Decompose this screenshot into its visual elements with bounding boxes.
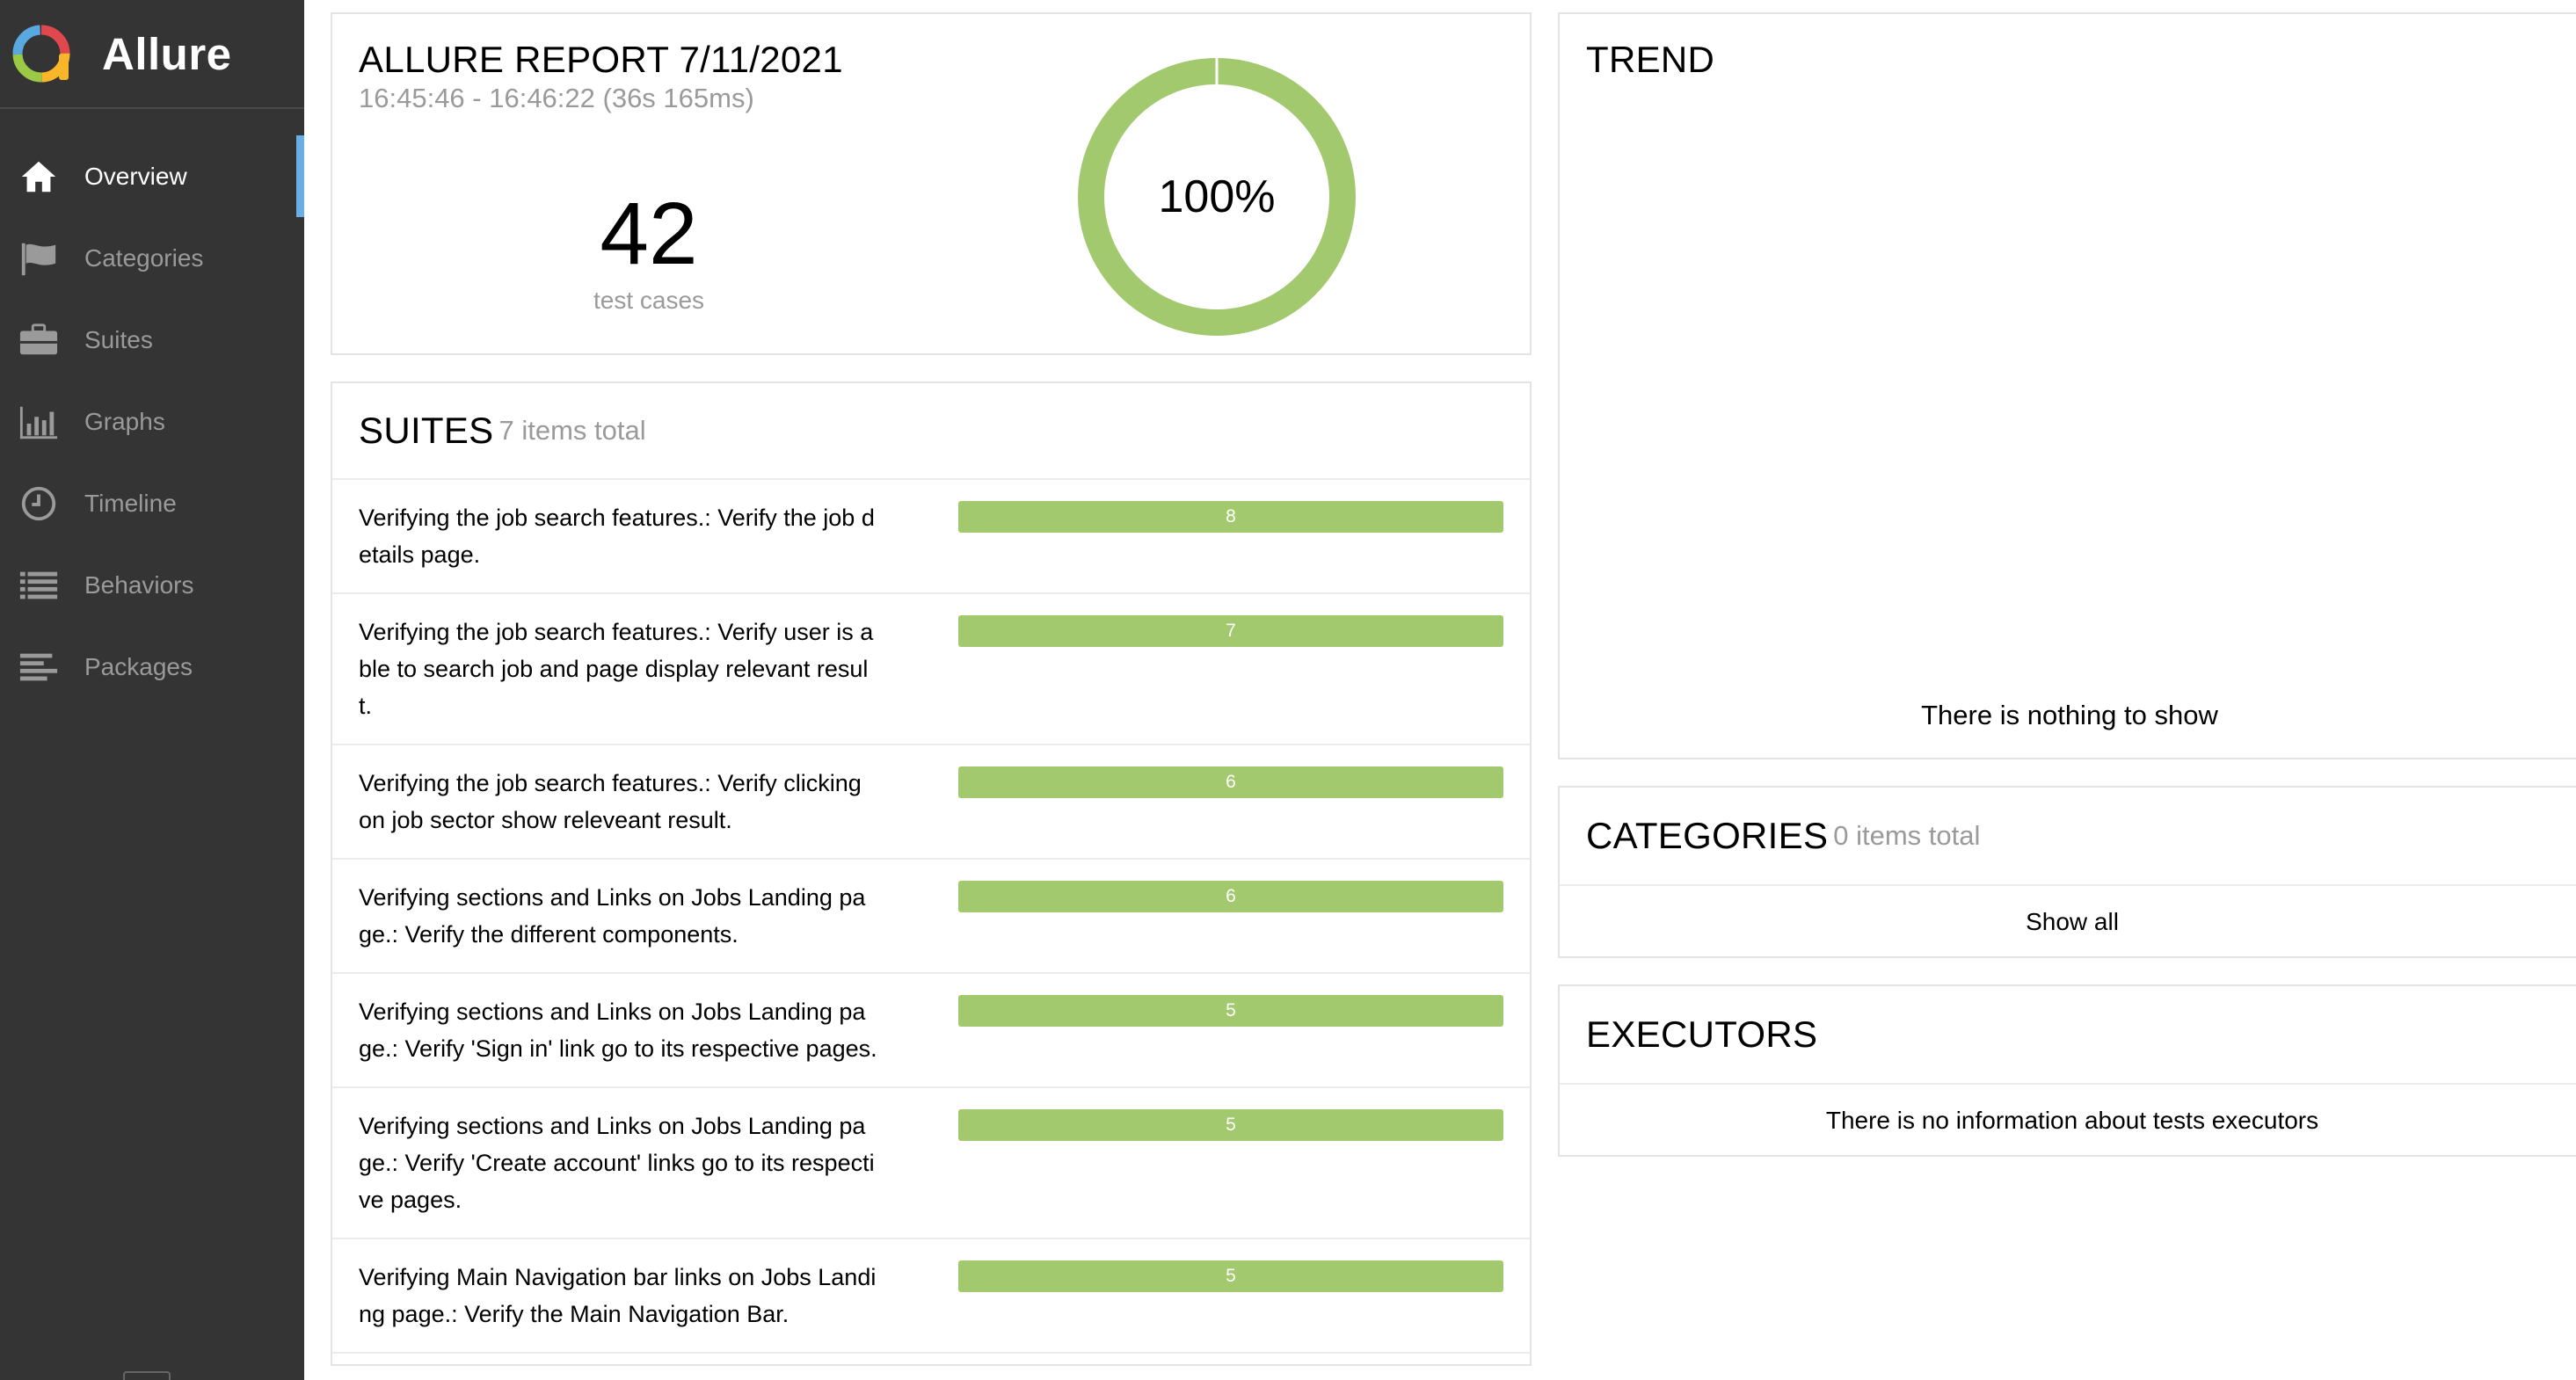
clock-icon (18, 483, 60, 525)
suite-status-bar[interactable]: 5 (958, 1109, 1503, 1141)
suite-name: Verifying sections and Links on Jobs Lan… (359, 999, 877, 1062)
trend-title: TREND (1586, 39, 1715, 80)
suite-name: Verifying the job search features.: Veri… (359, 770, 862, 833)
suite-row[interactable]: Verifying sections and Links on Jobs Lan… (332, 1088, 1530, 1239)
sidebar-item-suites[interactable]: Suites (0, 299, 304, 381)
sidebar-item-timeline[interactable]: Timeline (0, 462, 304, 544)
trend-empty-message: There is nothing to show (1921, 700, 2218, 730)
suite-name: Verifying sections and Links on Jobs Lan… (359, 884, 866, 948)
suite-row[interactable]: Verifying the job search features.: Veri… (332, 480, 1530, 594)
suite-name: Verifying sections and Links on Jobs Lan… (359, 1113, 875, 1213)
suites-widget: SUITES 7 items total Verifying the job s… (331, 381, 1532, 1380)
sidebar: Allure Overview Categories Suites Graphs (0, 0, 304, 1380)
categories-widget: CATEGORIES 0 items total Show all (1558, 786, 2576, 958)
suite-status-bar[interactable]: 5 (958, 1260, 1503, 1292)
brand[interactable]: Allure (0, 0, 304, 109)
report-title: ALLURE REPORT 7/11/2021 (359, 39, 843, 80)
sidebar-item-behaviors[interactable]: Behaviors (0, 544, 304, 626)
suite-name: Verifying the job search features.: Veri… (359, 505, 875, 568)
sidebar-item-label: Timeline (84, 489, 177, 517)
suite-status-bar[interactable]: 8 (958, 501, 1503, 533)
suites-title: SUITES (359, 410, 494, 451)
categories-show-all-link[interactable]: Show all (1560, 886, 2576, 958)
sidebar-item-label: Categories (84, 243, 204, 272)
home-icon (18, 156, 60, 198)
suite-name: Verifying Main Navigation bar links on J… (359, 1264, 877, 1327)
suite-status-bar[interactable]: 5 (958, 995, 1503, 1027)
executors-empty-message: There is no information about tests exec… (1825, 1107, 2319, 1134)
suites-show-all-link[interactable]: Show all (332, 1354, 1530, 1380)
sidebar-nav: Overview Categories Suites Graphs Timeli… (0, 135, 304, 708)
sidebar-item-packages[interactable]: Packages (0, 626, 304, 708)
sidebar-item-overview[interactable]: Overview (0, 135, 304, 217)
suite-row[interactable]: Verifying the job search features.: Veri… (332, 745, 1530, 860)
suite-row[interactable]: Verifying sections and Links on Jobs Lan… (332, 974, 1530, 1088)
pass-rate-label: 100% (1158, 171, 1276, 222)
brand-name: Allure (102, 28, 232, 79)
suites-list: Verifying the job search features.: Veri… (332, 480, 1530, 1354)
executors-header: EXECUTORS (1560, 986, 2576, 1085)
list-icon (18, 564, 60, 606)
test-case-count-label: test cases (593, 287, 705, 314)
sidebar-item-label: Suites (84, 325, 153, 353)
flag-icon (18, 237, 60, 280)
sidebar-item-label: Graphs (84, 407, 165, 435)
suites-header: SUITES 7 items total (332, 383, 1530, 480)
summary-widget: ALLURE REPORT 7/11/2021 16:45:46 - 16:46… (331, 12, 1532, 355)
briefcase-icon (18, 319, 60, 361)
sidebar-item-label: Overview (84, 162, 187, 190)
collapse-sidebar-button[interactable] (123, 1371, 171, 1380)
trend-widget: TREND There is nothing to show (1558, 12, 2576, 759)
suite-row[interactable]: Verifying sections and Links on Jobs Lan… (332, 860, 1530, 974)
allure-logo-icon (12, 25, 70, 83)
report-time-range: 16:45:46 - 16:46:22 (36s 165ms) (359, 83, 754, 113)
suite-status-bar[interactable]: 7 (958, 615, 1503, 647)
suite-status-bar[interactable]: 6 (958, 881, 1503, 912)
sidebar-item-label: Behaviors (84, 570, 194, 599)
suite-row[interactable]: Verifying Main Navigation bar links on J… (332, 1239, 1530, 1354)
suite-name: Verifying the job search features.: Veri… (359, 619, 874, 719)
align-left-icon (18, 646, 60, 688)
categories-header: CATEGORIES 0 items total (1560, 788, 2576, 886)
suite-row[interactable]: Verifying the job search features.: Veri… (332, 594, 1530, 745)
executors-title: EXECUTORS (1586, 1013, 1818, 1055)
categories-count: 0 items total (1833, 820, 1981, 851)
sidebar-item-categories[interactable]: Categories (0, 217, 304, 299)
suites-count: 7 items total (498, 415, 646, 446)
sidebar-item-graphs[interactable]: Graphs (0, 381, 304, 462)
suite-status-bar[interactable]: 6 (958, 766, 1503, 798)
sidebar-item-label: Packages (84, 652, 193, 680)
categories-title: CATEGORIES (1586, 815, 1829, 856)
test-case-count: 42 (600, 185, 698, 283)
bar-chart-icon (18, 401, 60, 443)
executors-widget: EXECUTORS There is no information about … (1558, 984, 2576, 1157)
